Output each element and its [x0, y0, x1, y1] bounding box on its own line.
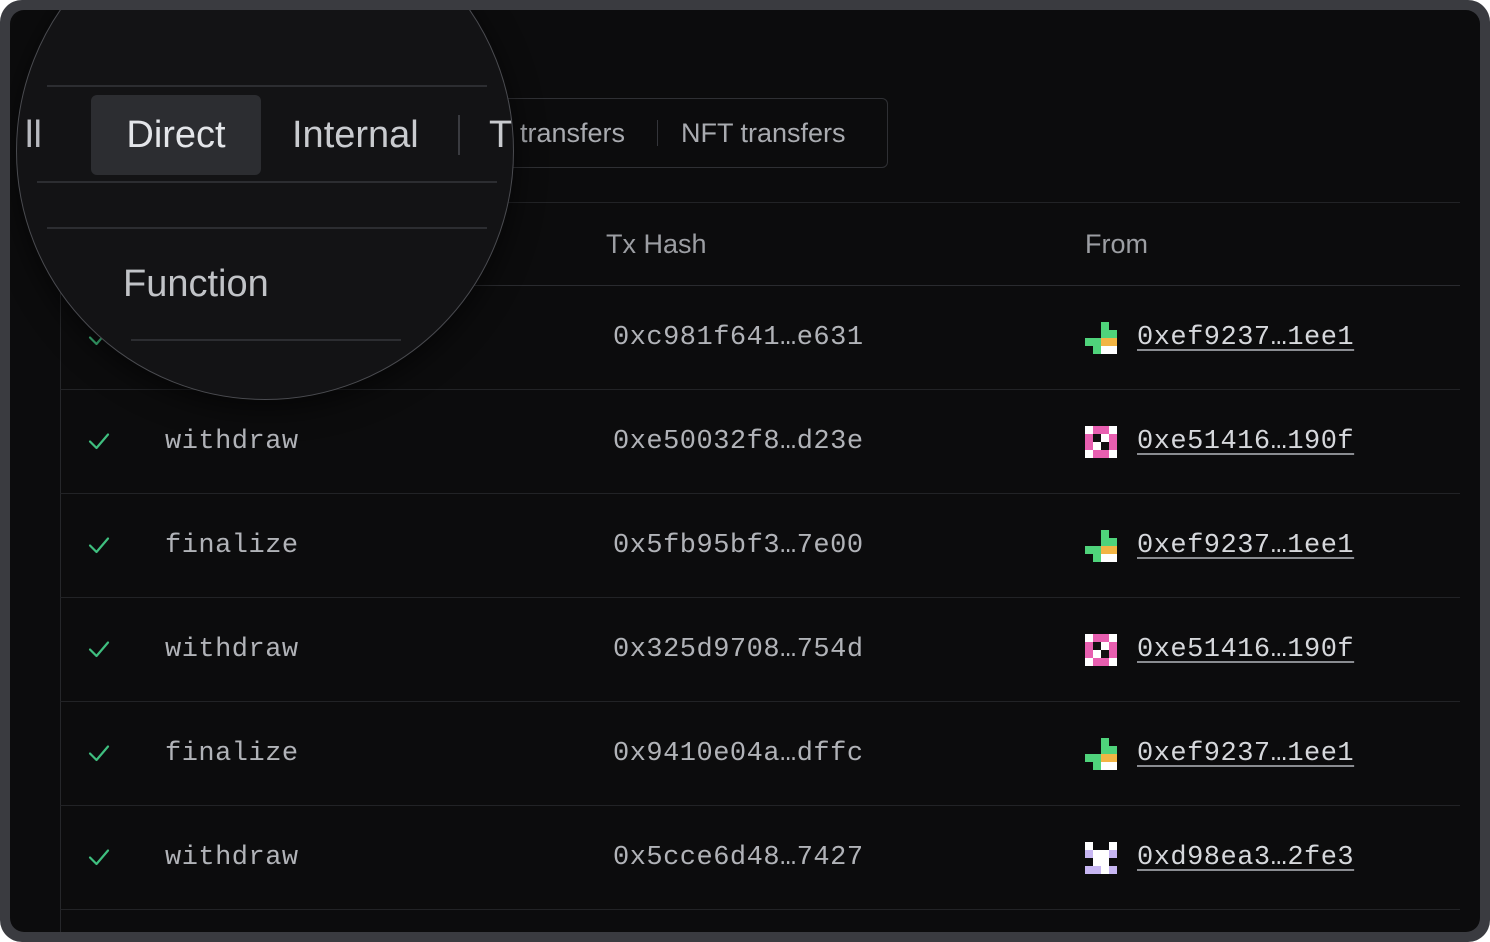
tab-internal[interactable]: Internal	[292, 95, 419, 175]
function-name: withdraw	[165, 843, 299, 873]
from-address-cell: 0xef9237…1ee1	[1085, 734, 1354, 774]
magnifier-lens: ll Direct Internal T Function	[16, 10, 514, 400]
tab-divider	[657, 120, 658, 146]
tab-divider	[458, 115, 460, 155]
table-row[interactable]: finalize 0x9410e04a…dffc 0xef9237…1ee1	[60, 702, 1460, 806]
tx-hash[interactable]: 0x325d9708…754d	[613, 630, 864, 670]
check-icon	[88, 745, 110, 762]
function-name: finalize	[165, 531, 299, 561]
from-address-link[interactable]: 0xe51416…190f	[1137, 630, 1354, 670]
address-avatar-icon	[1085, 842, 1117, 874]
device-frame: transfers NFT transfers Tx Hash From 0xc…	[0, 0, 1490, 942]
tab-token-transfers[interactable]: transfers	[520, 98, 625, 168]
tx-hash[interactable]: 0xc981f641…e631	[613, 318, 864, 358]
table-row[interactable]: withdraw 0x5cce6d48…7427 0xd98ea3…2fe3	[60, 806, 1460, 910]
table-row[interactable]: withdraw 0xe50032f8…d23e 0xe51416…190f	[60, 390, 1460, 494]
address-avatar-icon	[1085, 634, 1117, 666]
table-row[interactable]: finalize 0x5fb95bf3…7e00 0xef9237…1ee1	[60, 494, 1460, 598]
from-address-link[interactable]: 0xef9237…1ee1	[1137, 318, 1354, 358]
from-address-link[interactable]: 0xef9237…1ee1	[1137, 526, 1354, 566]
from-address-link[interactable]: 0xd98ea3…2fe3	[1137, 838, 1354, 878]
address-avatar-icon	[1085, 738, 1117, 770]
tx-hash[interactable]: 0x5fb95bf3…7e00	[613, 526, 864, 566]
address-avatar-icon	[1085, 530, 1117, 562]
magnifier-tab-bottom-line	[37, 181, 497, 183]
tab-all[interactable]: ll	[25, 95, 42, 175]
address-avatar-icon	[1085, 322, 1117, 354]
from-address-cell: 0xef9237…1ee1	[1085, 526, 1354, 566]
from-address-cell: 0xe51416…190f	[1085, 422, 1354, 462]
function-name: finalize	[165, 739, 299, 769]
check-icon	[88, 641, 110, 658]
check-icon	[88, 849, 110, 866]
from-address-cell: 0xd98ea3…2fe3	[1085, 838, 1354, 878]
from-address-link[interactable]: 0xef9237…1ee1	[1137, 734, 1354, 774]
table-row[interactable]: withdraw 0x325d9708…754d 0xe51416…190f	[60, 598, 1460, 702]
app-screen: transfers NFT transfers Tx Hash From 0xc…	[10, 10, 1480, 932]
row-divider	[60, 909, 1460, 910]
tx-hash[interactable]: 0x9410e04a…dffc	[613, 734, 864, 774]
address-avatar-icon	[1085, 426, 1117, 458]
tx-hash[interactable]: 0xe50032f8…d23e	[613, 422, 864, 462]
from-address-cell: 0xe51416…190f	[1085, 630, 1354, 670]
column-header-from: From	[1085, 229, 1148, 259]
tab-nft-transfers[interactable]: NFT transfers	[681, 98, 846, 168]
tab-token-transfers-fragment[interactable]: T	[489, 95, 512, 175]
magnifier-header-top-line	[47, 227, 487, 229]
function-name: withdraw	[165, 635, 299, 665]
magnifier-header-bottom-line	[131, 339, 401, 341]
column-header-tx-hash: Tx Hash	[606, 229, 707, 259]
function-name: withdraw	[165, 427, 299, 457]
magnifier-tab-top-line	[47, 85, 487, 87]
tx-hash[interactable]: 0x5cce6d48…7427	[613, 838, 864, 878]
column-header-function: Function	[123, 263, 269, 305]
from-address-link[interactable]: 0xe51416…190f	[1137, 422, 1354, 462]
check-icon	[88, 537, 110, 554]
tab-direct[interactable]: Direct	[91, 95, 261, 175]
check-icon	[88, 433, 110, 450]
from-address-cell: 0xef9237…1ee1	[1085, 318, 1354, 358]
